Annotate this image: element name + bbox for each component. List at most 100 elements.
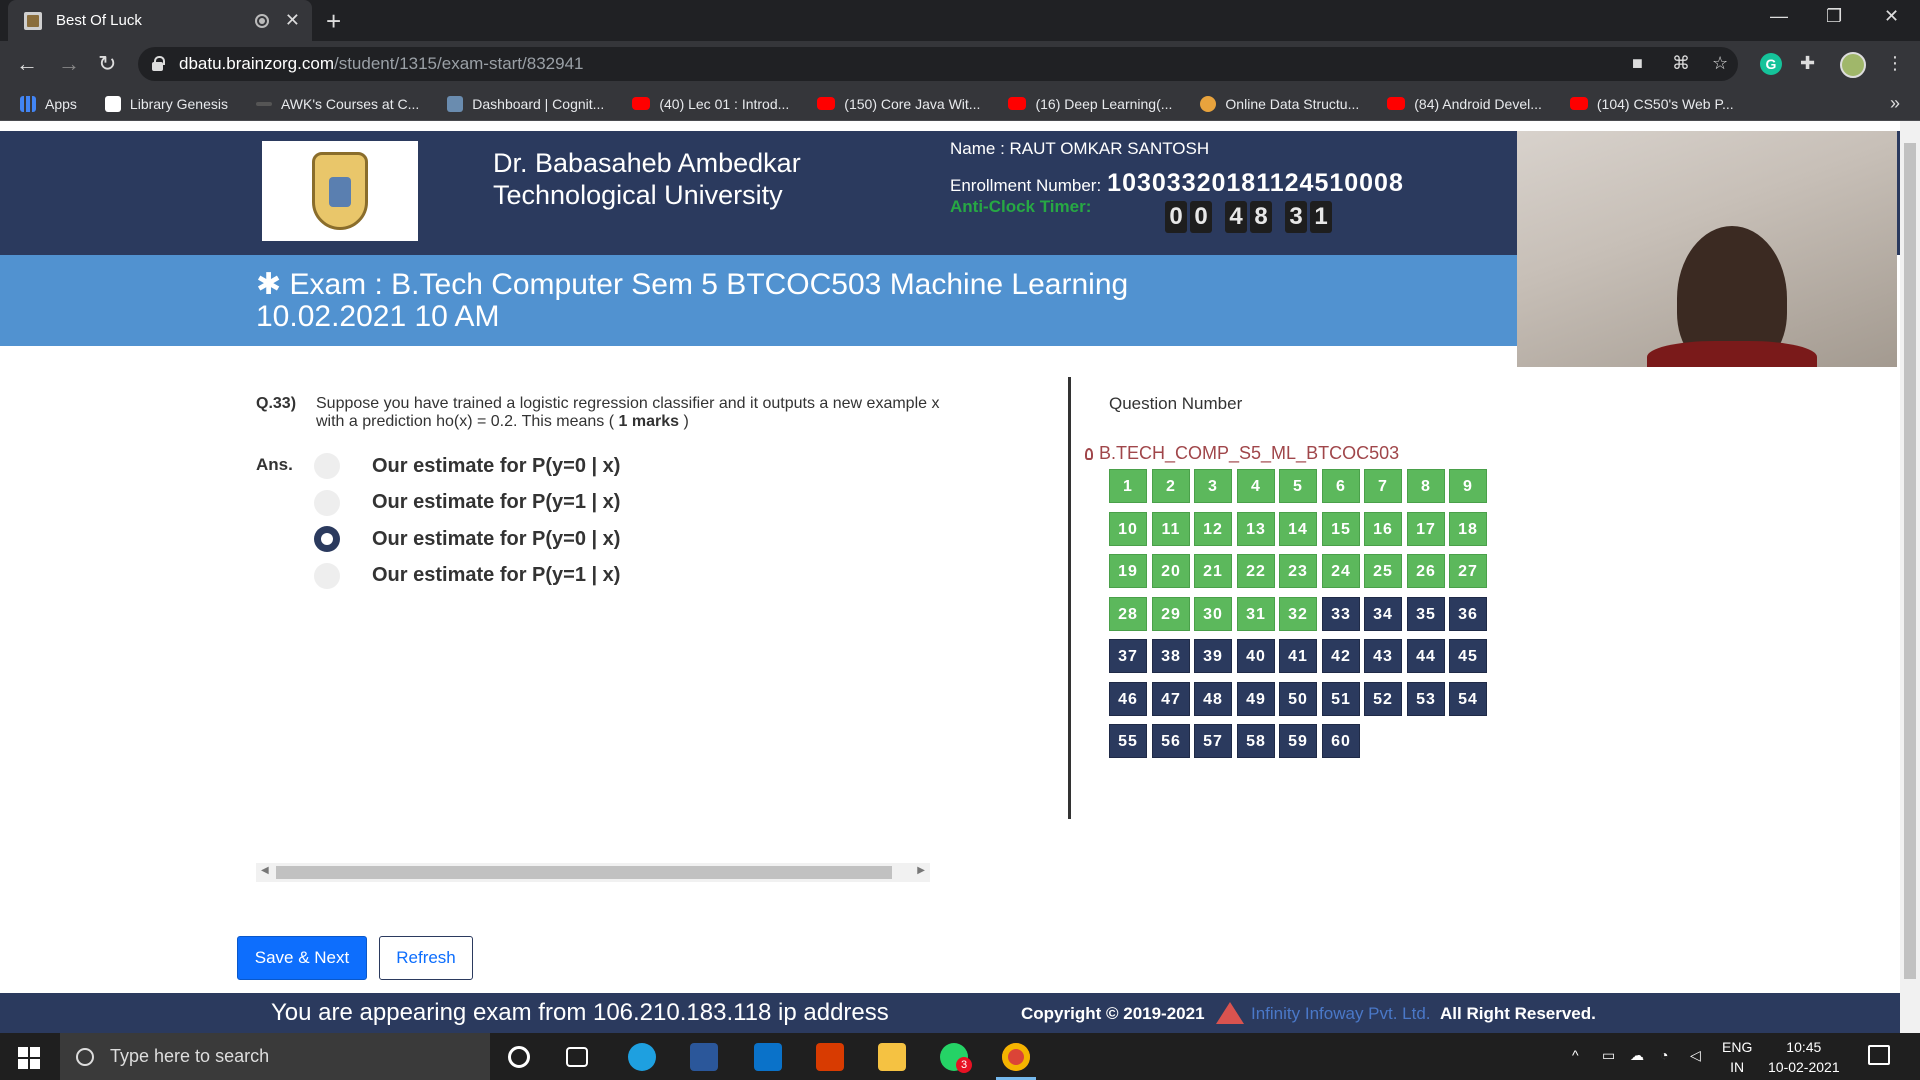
scroll-right-icon[interactable]: ▶ [917, 865, 925, 876]
bookmark-dashboard-cognitive[interactable]: Dashboard | Cognit... [447, 95, 604, 112]
bookmark-cs50-web[interactable]: (104) CS50's Web P... [1569, 96, 1734, 112]
question-nav-button-4[interactable]: 4 [1237, 469, 1275, 503]
question-nav-button-37[interactable]: 37 [1109, 639, 1147, 673]
tab-close-icon[interactable]: ✕ [285, 10, 300, 31]
back-icon[interactable]: ← [16, 51, 38, 77]
window-close-icon[interactable]: ✕ [1884, 6, 1899, 27]
mail-icon[interactable] [754, 1043, 782, 1071]
store-icon[interactable] [690, 1043, 718, 1071]
option-label[interactable]: Our estimate for P(y=0 | x) [372, 528, 620, 551]
browser-tab[interactable]: Best Of Luck ✕ [8, 0, 312, 41]
taskbar-search[interactable]: Type here to search [60, 1033, 490, 1080]
question-nav-button-45[interactable]: 45 [1449, 639, 1487, 673]
bookmark-deep-learning[interactable]: (16) Deep Learning(... [1008, 96, 1172, 112]
battery-icon[interactable]: ▭ [1602, 1047, 1615, 1064]
question-nav-button-47[interactable]: 47 [1152, 682, 1190, 716]
answer-option-1[interactable]: Our estimate for P(y=0 | x) [314, 448, 620, 485]
question-nav-button-24[interactable]: 24 [1322, 554, 1360, 588]
question-nav-button-7[interactable]: 7 [1364, 469, 1402, 503]
question-nav-button-35[interactable]: 35 [1407, 597, 1445, 631]
question-nav-button-33[interactable]: 33 [1322, 597, 1360, 631]
company-link[interactable]: Infinity Infoway Pvt. Ltd. [1251, 1004, 1431, 1024]
question-nav-button-50[interactable]: 50 [1279, 682, 1317, 716]
office-icon[interactable] [816, 1043, 844, 1071]
minimize-icon[interactable]: — [1770, 6, 1788, 27]
question-nav-button-44[interactable]: 44 [1407, 639, 1445, 673]
question-nav-button-39[interactable]: 39 [1194, 639, 1232, 673]
question-nav-button-3[interactable]: 3 [1194, 469, 1232, 503]
question-nav-button-17[interactable]: 17 [1407, 512, 1445, 546]
question-nav-button-13[interactable]: 13 [1237, 512, 1275, 546]
question-nav-button-43[interactable]: 43 [1364, 639, 1402, 673]
question-nav-button-6[interactable]: 6 [1322, 469, 1360, 503]
scrollbar-thumb[interactable] [1904, 143, 1916, 979]
radio-button[interactable] [314, 562, 340, 589]
question-nav-button-8[interactable]: 8 [1407, 469, 1445, 503]
bookmark-star-icon[interactable]: ☆ [1712, 53, 1728, 74]
task-view-icon[interactable] [566, 1047, 588, 1067]
question-nav-button-14[interactable]: 14 [1279, 512, 1317, 546]
question-nav-button-57[interactable]: 57 [1194, 724, 1232, 758]
menu-kebab-icon[interactable]: ⋮ [1886, 53, 1904, 74]
taskbar-clock[interactable]: 10:45 10-02-2021 [1768, 1037, 1840, 1077]
profile-avatar[interactable] [1840, 52, 1866, 78]
file-explorer-icon[interactable] [878, 1043, 906, 1071]
question-nav-button-40[interactable]: 40 [1237, 639, 1275, 673]
question-nav-button-56[interactable]: 56 [1152, 724, 1190, 758]
extensions-icon[interactable]: ✚ [1800, 53, 1815, 74]
bookmark-awk-courses[interactable]: AWK's Courses at C... [255, 96, 419, 112]
bookmark-online-ds[interactable]: Online Data Structu... [1200, 95, 1359, 112]
question-nav-button-41[interactable]: 41 [1279, 639, 1317, 673]
refresh-button[interactable]: Refresh [379, 936, 473, 980]
tray-expand-icon[interactable]: ^ [1572, 1047, 1579, 1063]
radio-button-selected[interactable] [314, 526, 340, 553]
reload-icon[interactable]: ↻ [98, 51, 116, 77]
question-nav-button-9[interactable]: 9 [1449, 469, 1487, 503]
question-nav-button-58[interactable]: 58 [1237, 724, 1275, 758]
question-nav-button-38[interactable]: 38 [1152, 639, 1190, 673]
bookmark-core-java[interactable]: (150) Core Java Wit... [817, 96, 980, 112]
question-nav-button-16[interactable]: 16 [1364, 512, 1402, 546]
wifi-icon[interactable]: ◔ [1660, 1047, 1668, 1063]
radio-button[interactable] [314, 489, 340, 516]
question-nav-button-55[interactable]: 55 [1109, 724, 1147, 758]
whatsapp-icon[interactable]: 3 [940, 1043, 972, 1073]
question-nav-button-60[interactable]: 60 [1322, 724, 1360, 758]
answer-option-3[interactable]: Our estimate for P(y=0 | x) [314, 521, 620, 558]
question-nav-button-51[interactable]: 51 [1322, 682, 1360, 716]
option-label[interactable]: Our estimate for P(y=1 | x) [372, 491, 620, 514]
option-label[interactable]: Our estimate for P(y=1 | x) [372, 564, 620, 587]
horizontal-scrollbar[interactable]: ◀ ▶ [256, 863, 930, 882]
question-nav-button-22[interactable]: 22 [1237, 554, 1275, 588]
question-nav-button-26[interactable]: 26 [1407, 554, 1445, 588]
scrollbar-thumb[interactable] [276, 866, 892, 879]
onedrive-icon[interactable]: ☁ [1630, 1047, 1644, 1064]
chrome-icon[interactable] [1002, 1043, 1030, 1071]
option-label[interactable]: Our estimate for P(y=0 | x) [372, 455, 620, 478]
question-nav-button-19[interactable]: 19 [1109, 554, 1147, 588]
restore-icon[interactable]: ❐ [1826, 6, 1842, 27]
question-nav-button-53[interactable]: 53 [1407, 682, 1445, 716]
question-nav-button-20[interactable]: 20 [1152, 554, 1190, 588]
question-nav-button-32[interactable]: 32 [1279, 597, 1317, 631]
question-nav-button-1[interactable]: 1 [1109, 469, 1147, 503]
bookmark-lec01[interactable]: (40) Lec 01 : Introd... [632, 96, 789, 112]
question-nav-button-46[interactable]: 46 [1109, 682, 1147, 716]
question-nav-button-31[interactable]: 31 [1237, 597, 1275, 631]
vertical-scrollbar[interactable] [1900, 121, 1920, 1033]
answer-option-2[interactable]: Our estimate for P(y=1 | x) [314, 485, 620, 522]
forward-icon[interactable]: → [58, 51, 80, 77]
question-nav-button-59[interactable]: 59 [1279, 724, 1317, 758]
question-nav-button-54[interactable]: 54 [1449, 682, 1487, 716]
section-label[interactable]: B.TECH_COMP_S5_ML_BTCOC503 [1085, 443, 1399, 464]
translate-icon[interactable]: ⌘ [1672, 53, 1690, 74]
question-nav-button-30[interactable]: 30 [1194, 597, 1232, 631]
question-nav-button-15[interactable]: 15 [1322, 512, 1360, 546]
address-bar[interactable]: dbatu.brainzorg.com /student/1315/exam-s… [138, 47, 1738, 81]
question-nav-button-2[interactable]: 2 [1152, 469, 1190, 503]
question-nav-button-28[interactable]: 28 [1109, 597, 1147, 631]
new-tab-button[interactable]: + [326, 6, 341, 37]
question-nav-button-18[interactable]: 18 [1449, 512, 1487, 546]
answer-option-4[interactable]: Our estimate for P(y=1 | x) [314, 558, 620, 595]
bookmark-apps[interactable]: Apps [20, 95, 77, 112]
